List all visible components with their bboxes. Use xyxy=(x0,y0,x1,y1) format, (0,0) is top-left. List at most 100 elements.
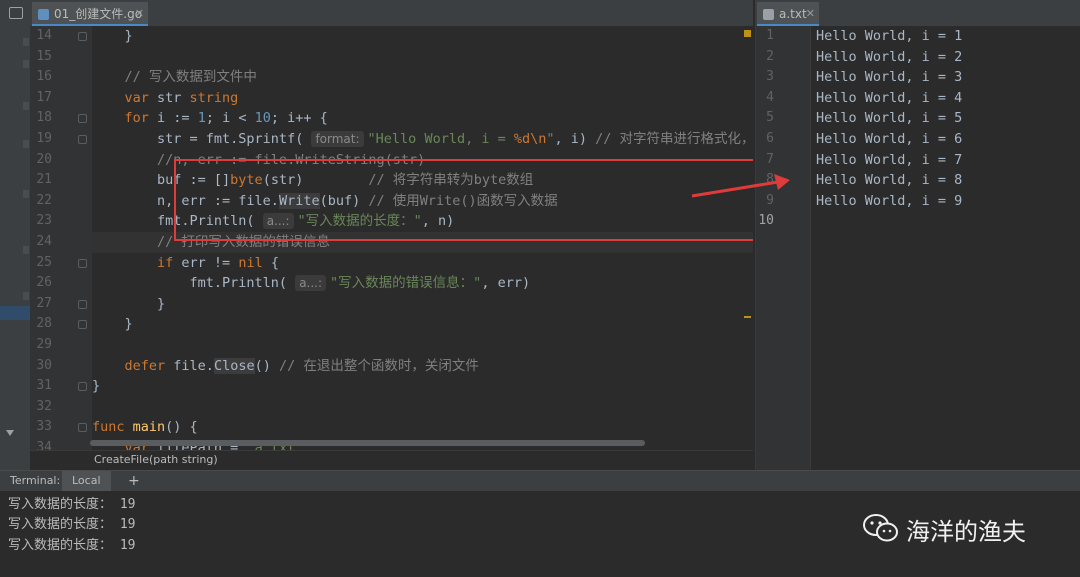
line-number: 14 xyxy=(36,28,52,43)
terminal-output-line: 写入数据的长度： 19 xyxy=(8,538,136,553)
tool-window-strip xyxy=(0,0,31,470)
line-number: 7 xyxy=(766,151,774,167)
line-number: 4 xyxy=(766,89,774,105)
text-line[interactable]: Hello World, i = 5 xyxy=(816,108,962,129)
new-terminal-button[interactable]: + xyxy=(128,471,140,491)
warning-marker[interactable] xyxy=(744,30,751,37)
terminal-header: Terminal: Local + xyxy=(0,471,1080,491)
code-editor[interactable]: 14 15 16 17 18 19 20 21 22 23 24 25 26 27 28 29 30 31 32 33… xyxy=(30,26,753,450)
fold-marker-icon[interactable] xyxy=(78,423,87,433)
editor-tab-bar-right: a.txt ✕ xyxy=(755,0,1080,26)
text-line[interactable]: Hello World, i = 7 xyxy=(816,150,962,171)
project-icon[interactable] xyxy=(9,7,23,19)
fold-marker-icon[interactable] xyxy=(78,258,87,268)
fold-marker-icon[interactable] xyxy=(78,114,87,124)
line-number: 28 xyxy=(36,316,52,332)
line-number: 23 xyxy=(36,213,52,229)
watermark: 海洋的渔夫 xyxy=(862,510,1062,546)
code-line[interactable]: } xyxy=(92,376,100,397)
watermark-text: 海洋的渔夫 xyxy=(906,518,1026,546)
arrow-head xyxy=(774,174,790,190)
line-number: 34 xyxy=(36,440,52,450)
fold-marker-icon[interactable] xyxy=(78,135,87,144)
annotation-box xyxy=(174,159,753,241)
terminal-output-line: 写入数据的长度： 19 xyxy=(8,517,136,532)
line-number: 30 xyxy=(36,357,52,373)
tab-txt-file-label: a.txt xyxy=(779,7,807,21)
line-number: 3 xyxy=(766,69,774,85)
text-line[interactable]: Hello World, i = 1 xyxy=(816,26,962,47)
code-line[interactable]: defer file.Close() // 在退出整个函数时，关闭文件 xyxy=(92,356,479,377)
text-line[interactable]: Hello World, i = 2 xyxy=(816,47,962,68)
gutter-marker xyxy=(23,292,29,300)
terminal-output-line: 写入数据的长度： 19 xyxy=(8,497,136,512)
line-number: 2 xyxy=(766,48,774,64)
code-line[interactable]: var str string xyxy=(92,88,239,109)
code-line[interactable]: func main() { xyxy=(92,417,198,438)
code-line[interactable]: } xyxy=(92,294,165,315)
fold-marker-icon[interactable] xyxy=(78,382,87,392)
go-file-icon xyxy=(38,9,49,20)
code-line[interactable]: if err != nil { xyxy=(92,253,279,274)
line-number: 10 xyxy=(758,213,774,229)
fold-marker-icon[interactable] xyxy=(78,299,87,309)
annotation-arrow xyxy=(691,174,790,198)
text-line[interactable]: Hello World, i = 3 xyxy=(816,67,962,88)
fold-marker-icon[interactable] xyxy=(78,32,87,41)
line-number: 6 xyxy=(766,131,774,146)
tab-txt-file[interactable]: a.txt ✕ xyxy=(757,2,819,26)
line-number: 19 xyxy=(36,131,52,146)
code-line[interactable]: fmt.Println( a...: "写入数据的错误信息：", err) xyxy=(92,273,530,294)
structure-selection[interactable] xyxy=(0,306,30,320)
line-number: 15 xyxy=(36,48,52,64)
code-line[interactable]: } xyxy=(92,26,133,47)
code-line[interactable]: } xyxy=(92,314,133,335)
line-number: 5 xyxy=(766,110,774,126)
wechat-icon xyxy=(863,514,898,542)
text-line[interactable]: Hello World, i = 9 xyxy=(816,191,962,212)
line-number: 24 xyxy=(36,234,52,249)
text-line[interactable]: Hello World, i = 6 xyxy=(816,129,962,150)
line-number-gutter: 14 15 16 17 18 19 20 21 22 23 24 25 26 27 28 29 30 31 32 33… xyxy=(30,26,92,450)
fold-marker-icon[interactable] xyxy=(78,320,87,330)
line-number: 17 xyxy=(36,89,52,105)
line-number: 1 xyxy=(766,28,774,43)
gutter-marker xyxy=(23,38,29,46)
line-number: 26 xyxy=(36,275,52,291)
tab-local[interactable]: Local xyxy=(62,471,111,491)
tab-go-file[interactable]: 01_创建文件.go ✕ xyxy=(32,2,148,26)
code-line[interactable]: str = fmt.Sprintf( format: "Hello World, … xyxy=(92,129,753,150)
close-icon[interactable]: ✕ xyxy=(135,2,144,26)
scroll-down-icon[interactable] xyxy=(6,430,14,436)
line-number: 20 xyxy=(36,151,52,167)
text-file-editor[interactable]: 1 2 3 4 5 6 7 8 9 10 Hello World, i = 1 Hello Worl… xyxy=(755,26,1080,470)
line-number: 22 xyxy=(36,192,52,208)
line-number: 27 xyxy=(36,295,52,311)
text-file-icon xyxy=(763,9,774,20)
close-icon[interactable]: ✕ xyxy=(806,2,815,26)
code-line[interactable]: // 写入数据到文件中 xyxy=(92,67,257,88)
line-number: 31 xyxy=(36,378,52,394)
line-number: 25 xyxy=(36,254,52,270)
arrow-shaft xyxy=(691,180,779,198)
editor-tab-bar-left: 01_创建文件.go ✕ xyxy=(30,0,753,27)
line-number: 21 xyxy=(36,172,52,188)
tab-go-file-label: 01_创建文件.go xyxy=(54,7,143,21)
code-line[interactable]: for i := 1; i < 10; i++ { xyxy=(92,108,328,129)
breadcrumb-function[interactable]: CreateFile(path string) xyxy=(94,453,218,466)
gutter-marker xyxy=(23,140,29,148)
line-number: 16 xyxy=(36,69,52,85)
warning-marker[interactable] xyxy=(744,316,751,318)
terminal-label: Terminal: xyxy=(10,474,61,487)
gutter-marker xyxy=(23,102,29,110)
text-line[interactable]: Hello World, i = 4 xyxy=(816,88,962,109)
gutter-marker xyxy=(23,246,29,254)
line-number: 33 xyxy=(36,419,52,435)
horizontal-scrollbar[interactable] xyxy=(90,440,645,446)
gutter-marker xyxy=(23,60,29,68)
breadcrumb[interactable]: CreateFile(path string) xyxy=(30,450,753,471)
line-number: 29 xyxy=(36,337,52,352)
text-line[interactable]: Hello World, i = 8 xyxy=(816,170,962,191)
line-number-gutter: 1 2 3 4 5 6 7 8 9 10 xyxy=(756,26,811,470)
line-number: 32 xyxy=(36,398,52,414)
